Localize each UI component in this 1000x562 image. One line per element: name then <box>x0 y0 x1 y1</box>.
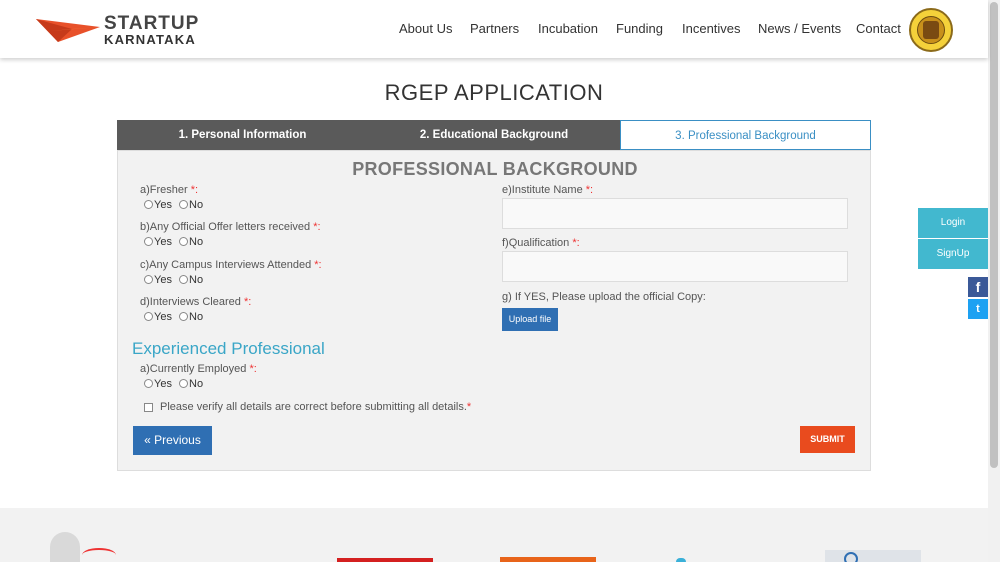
site-header: STARTUP KARNATAKA About Us Partners Incu… <box>0 0 988 58</box>
question-label: b)Any Official Offer letters received <box>140 221 311 233</box>
government-emblem-icon[interactable] <box>909 8 953 52</box>
option-label: No <box>189 311 204 323</box>
required-mark: *: <box>585 184 594 196</box>
required-mark: *: <box>249 363 257 375</box>
question-campus-interviews: c)Any Campus Interviews Attended *: <box>140 259 322 271</box>
question-label: f)Qualification <box>502 237 570 249</box>
qualification-input[interactable] <box>502 251 848 282</box>
required-mark: *: <box>314 259 322 271</box>
scrollbar-thumb[interactable] <box>990 2 998 468</box>
nav-item-incubation[interactable]: Incubation <box>538 21 598 36</box>
nav-item-partners[interactable]: Partners <box>470 21 519 36</box>
previous-button[interactable]: « Previous <box>133 426 212 455</box>
nav-item-news-events[interactable]: News / Events <box>758 21 841 36</box>
campus-interviews-yes-radio[interactable] <box>144 275 153 284</box>
option-label: Yes <box>154 236 172 248</box>
option-label: Yes <box>154 378 172 390</box>
question-institute-name: e)Institute Name *: <box>502 184 593 196</box>
option-label: No <box>189 236 204 248</box>
experienced-professional-heading: Experienced Professional <box>132 339 325 358</box>
tab-professional-background[interactable]: 3. Professional Background <box>620 120 871 150</box>
facebook-icon[interactable]: f <box>968 277 988 297</box>
institute-name-input[interactable] <box>502 198 848 229</box>
vertical-scrollbar[interactable] <box>988 0 1000 562</box>
campus-interviews-no-radio[interactable] <box>179 275 189 284</box>
upload-label: g) If YES, Please upload the official Co… <box>502 291 706 303</box>
required-mark: *: <box>243 296 252 308</box>
tab-personal-information[interactable]: 1. Personal Information <box>117 120 368 150</box>
upload-file-button[interactable]: Upload file <box>502 308 558 331</box>
verify-label: Please verify all details are correct be… <box>160 401 471 413</box>
page: STARTUP KARNATAKA About Us Partners Incu… <box>0 0 1000 562</box>
question-label: a)Currently Employed <box>140 363 247 375</box>
section-title: PROFESSIONAL BACKGROUND <box>352 159 638 179</box>
interviews-cleared-options: Yes No <box>144 311 207 325</box>
offer-letters-yes-radio[interactable] <box>144 237 153 246</box>
partner-logo-1-swoosh <box>82 548 116 562</box>
form-panel: PROFESSIONAL BACKGROUND a)Fresher *: Yes… <box>117 150 871 471</box>
interviews-cleared-yes-radio[interactable] <box>144 312 153 321</box>
emblem-center <box>923 21 939 39</box>
signup-button[interactable]: SignUp <box>918 239 988 269</box>
question-offer-letters: b)Any Official Offer letters received *: <box>140 221 321 233</box>
currently-employed-yes-radio[interactable] <box>144 379 153 388</box>
question-label: c)Any Campus Interviews Attended <box>140 259 312 271</box>
fresher-yes-radio[interactable] <box>144 200 153 209</box>
nav-item-incentives[interactable]: Incentives <box>682 21 741 36</box>
question-interviews-cleared: d)Interviews Cleared *: <box>140 296 251 308</box>
offer-letters-options: Yes No <box>144 236 207 250</box>
nav-item-contact[interactable]: Contact <box>856 21 901 36</box>
partner-logo-4[interactable] <box>500 557 596 562</box>
question-label: e)Institute Name <box>502 184 583 196</box>
option-label: Yes <box>154 199 172 211</box>
option-label: No <box>189 274 204 286</box>
option-label: No <box>189 378 204 390</box>
twitter-icon[interactable]: t <box>968 299 988 319</box>
partner-logo-3[interactable] <box>337 558 433 562</box>
offer-letters-no-radio[interactable] <box>179 237 189 246</box>
question-qualification: f)Qualification *: <box>502 237 580 249</box>
required-mark: *: <box>313 221 321 233</box>
partner-logo-2[interactable] <box>185 548 245 562</box>
partner-logo-5[interactable] <box>676 558 686 562</box>
submit-button[interactable]: SUBMIT <box>800 426 855 453</box>
required-mark: *: <box>190 184 199 196</box>
option-label: Yes <box>154 311 172 323</box>
question-label: d)Interviews Cleared <box>140 296 241 308</box>
question-fresher: a)Fresher *: <box>140 184 198 196</box>
step-tabs: 1. Personal Information 2. Educational B… <box>117 120 871 150</box>
login-button[interactable]: Login <box>918 208 988 238</box>
option-label: Yes <box>154 274 172 286</box>
tab-educational-background[interactable]: 2. Educational Background <box>368 120 620 150</box>
partner-logo-6-mark <box>844 552 858 562</box>
nav-item-funding[interactable]: Funding <box>616 21 663 36</box>
option-label: No <box>189 199 204 211</box>
verify-checkbox[interactable] <box>144 403 153 412</box>
fresher-options: Yes No <box>144 199 207 213</box>
page-title: RGEP APPLICATION <box>384 80 604 105</box>
campus-interviews-options: Yes No <box>144 274 207 288</box>
question-currently-employed: a)Currently Employed *: <box>140 363 257 375</box>
main-nav: About Us Partners Incubation Funding Inc… <box>0 21 988 41</box>
nav-item-about-us[interactable]: About Us <box>399 21 452 36</box>
verify-text: Please verify all details are correct be… <box>160 401 467 413</box>
interviews-cleared-no-radio[interactable] <box>179 312 189 321</box>
partner-logos-footer <box>0 508 988 562</box>
currently-employed-options: Yes No <box>144 378 207 392</box>
required-mark: * <box>466 401 472 413</box>
partner-logo-6[interactable] <box>825 550 921 562</box>
fresher-no-radio[interactable] <box>179 200 189 209</box>
currently-employed-no-radio[interactable] <box>179 379 189 388</box>
partner-logo-1[interactable] <box>50 532 80 562</box>
required-mark: *: <box>572 237 580 249</box>
question-label: a)Fresher <box>140 184 188 196</box>
